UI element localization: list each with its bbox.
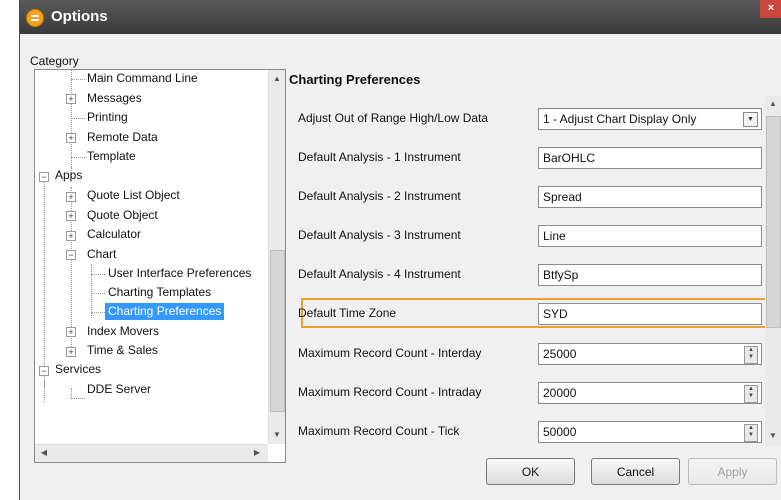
scroll-thumb[interactable] xyxy=(270,250,285,412)
tree-item-printing[interactable]: Printing xyxy=(87,109,128,126)
window-title: Options xyxy=(51,8,108,25)
app-logo-icon xyxy=(26,9,44,27)
preferences-scrollbar[interactable]: ▲ ▼ xyxy=(765,96,781,446)
tree-item-index-movers[interactable]: Index Movers xyxy=(87,323,159,340)
preferences-title: Charting Preferences xyxy=(289,72,421,87)
pref-label-default-analysis-1: Default Analysis - 1 Instrument xyxy=(298,150,461,164)
spin-arrows-icon[interactable]: ▲ ▼ xyxy=(744,424,758,442)
category-tree: Main Command Line + Messages Printing + … xyxy=(34,69,286,463)
expand-plus-icon[interactable]: + xyxy=(66,133,76,143)
collapse-minus-icon[interactable]: − xyxy=(39,366,49,376)
scroll-right-icon[interactable]: ▶ xyxy=(250,446,264,460)
tree-item-template[interactable]: Template xyxy=(87,148,136,165)
tree-item-chart[interactable]: Chart xyxy=(87,246,116,263)
default-analysis-4-input[interactable]: BtfySp xyxy=(538,264,762,286)
tree-item-messages[interactable]: Messages xyxy=(87,90,142,107)
tree-item-user-interface-preferences[interactable]: User Interface Preferences xyxy=(108,265,251,282)
pref-label-default-analysis-3: Default Analysis - 3 Instrument xyxy=(298,228,461,242)
expand-plus-icon[interactable]: + xyxy=(66,327,76,337)
collapse-minus-icon[interactable]: − xyxy=(39,172,49,182)
pref-label-max-record-interday: Maximum Record Count - Interday xyxy=(298,346,482,360)
scroll-up-icon[interactable]: ▲ xyxy=(270,72,284,86)
tree-item-dde-server[interactable]: DDE Server xyxy=(87,381,151,398)
cancel-button[interactable]: Cancel xyxy=(591,458,680,485)
tree-horizontal-scrollbar[interactable]: ◀ ▶ xyxy=(35,444,268,462)
expand-plus-icon[interactable]: + xyxy=(66,211,76,221)
scroll-down-icon[interactable]: ▼ xyxy=(270,428,284,442)
tree-vertical-scrollbar[interactable]: ▲ ▼ xyxy=(268,70,285,444)
collapse-minus-icon[interactable]: − xyxy=(66,250,76,260)
ok-button[interactable]: OK xyxy=(486,458,575,485)
stepper-value: 50000 xyxy=(543,425,577,439)
stepper-value: 20000 xyxy=(543,386,577,400)
tree-item-main-command-line[interactable]: Main Command Line xyxy=(87,70,198,87)
default-time-zone-input[interactable]: SYD xyxy=(538,303,762,325)
tree-item-apps[interactable]: Apps xyxy=(55,167,82,184)
expand-plus-icon[interactable]: + xyxy=(66,192,76,202)
max-record-interday-stepper[interactable]: 25000 ▲ ▼ xyxy=(538,343,762,365)
stepper-value: 25000 xyxy=(543,347,577,361)
chevron-down-icon[interactable]: ▼ xyxy=(743,112,758,127)
pref-label-default-time-zone: Default Time Zone xyxy=(298,306,397,320)
tree-item-quote-object[interactable]: Quote Object xyxy=(87,207,158,224)
tree-item-services[interactable]: Services xyxy=(55,361,101,378)
options-dialog: Options × Category Main Command Line + M… xyxy=(19,0,781,500)
pref-label-default-analysis-4: Default Analysis - 4 Instrument xyxy=(298,267,461,281)
spin-arrows-icon[interactable]: ▲ ▼ xyxy=(744,346,758,364)
pref-label-max-record-tick: Maximum Record Count - Tick xyxy=(298,424,460,438)
scroll-up-icon[interactable]: ▲ xyxy=(766,97,780,111)
default-analysis-3-input[interactable]: Line xyxy=(538,225,762,247)
tree-item-quote-list-object[interactable]: Quote List Object xyxy=(87,187,180,204)
close-button[interactable]: × xyxy=(760,0,781,18)
tree-item-charting-templates[interactable]: Charting Templates xyxy=(108,284,211,301)
expand-plus-icon[interactable]: + xyxy=(66,231,76,241)
pref-label-adjust-out-of-range: Adjust Out of Range High/Low Data xyxy=(298,111,489,125)
scroll-left-icon[interactable]: ◀ xyxy=(37,446,51,460)
tree-item-remote-data[interactable]: Remote Data xyxy=(87,129,158,146)
max-record-tick-stepper[interactable]: 50000 ▲ ▼ xyxy=(538,421,762,443)
max-record-intraday-stepper[interactable]: 20000 ▲ ▼ xyxy=(538,382,762,404)
spin-arrows-icon[interactable]: ▲ ▼ xyxy=(744,385,758,403)
tree-item-time-and-sales[interactable]: Time & Sales xyxy=(87,342,158,359)
tree-item-calculator[interactable]: Calculator xyxy=(87,226,141,243)
scroll-down-icon[interactable]: ▼ xyxy=(766,429,780,443)
apply-button[interactable]: Apply xyxy=(688,458,777,485)
expand-plus-icon[interactable]: + xyxy=(66,347,76,357)
title-bar[interactable]: Options × xyxy=(20,0,781,34)
default-analysis-1-input[interactable]: BarOHLC xyxy=(538,147,762,169)
default-analysis-2-input[interactable]: Spread xyxy=(538,186,762,208)
expand-plus-icon[interactable]: + xyxy=(66,94,76,104)
pref-label-default-analysis-2: Default Analysis - 2 Instrument xyxy=(298,189,461,203)
tree-item-charting-preferences[interactable]: Charting Preferences xyxy=(105,303,225,320)
adjust-out-of-range-select[interactable]: 1 - Adjust Chart Display Only ▼ xyxy=(538,108,762,130)
category-label: Category xyxy=(30,54,79,68)
select-value: 1 - Adjust Chart Display Only xyxy=(543,112,697,126)
scroll-thumb[interactable] xyxy=(766,116,781,328)
pref-label-max-record-intraday: Maximum Record Count - Intraday xyxy=(298,385,482,399)
